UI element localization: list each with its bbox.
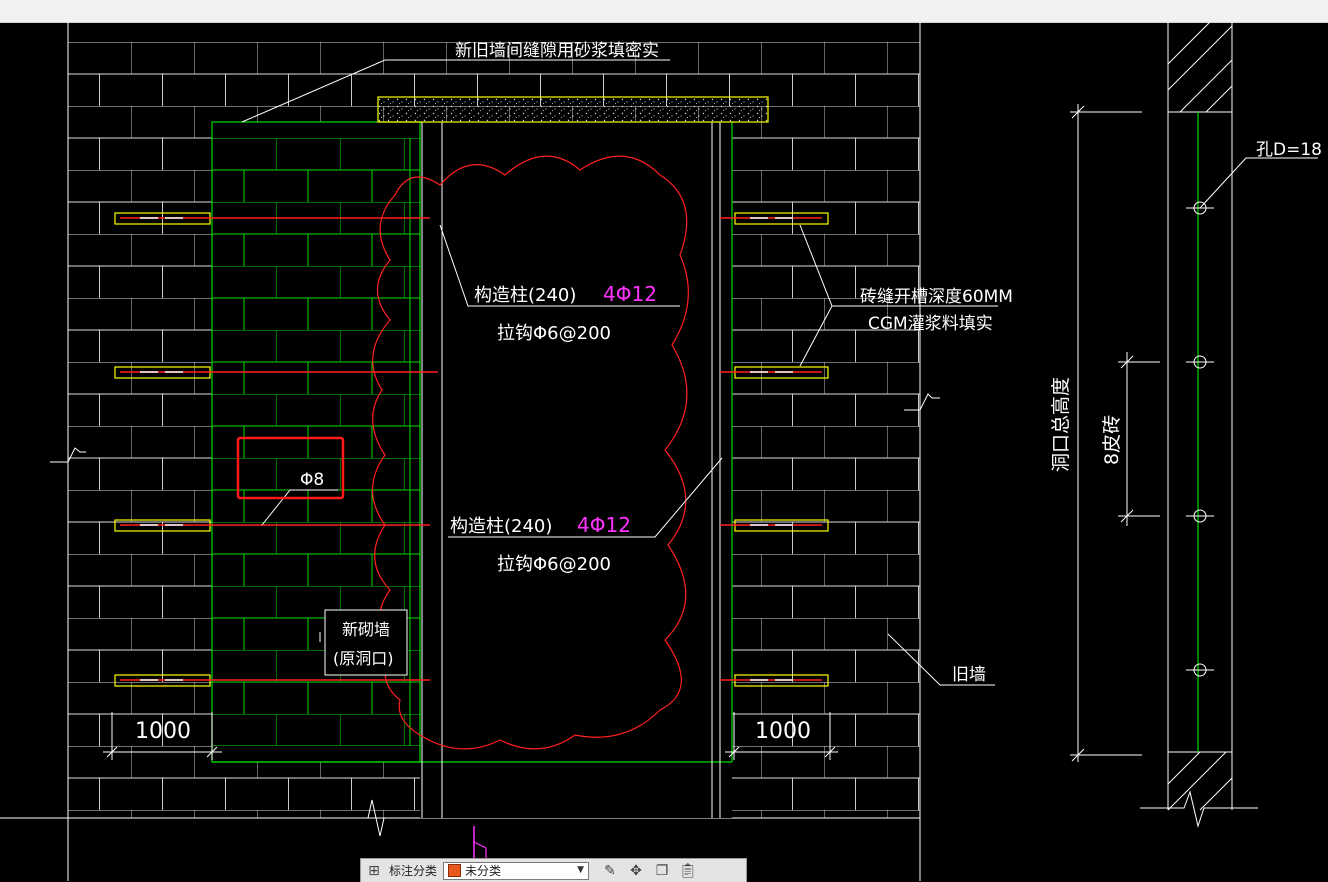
cad-drawing-canvas[interactable]: 新旧墙间缝隙用砂浆填密实 构造柱(240) 4Φ12 拉钩Φ6@200 构造柱(…	[0, 22, 1328, 881]
new-wall-label-line2: (原洞口)	[333, 649, 394, 668]
move-icon[interactable]: ✥	[623, 859, 649, 882]
column-tie-lower: 拉钩Φ6@200	[497, 554, 611, 575]
column-rebar-upper: 4Φ12	[603, 282, 657, 306]
annotation-category-toolbar: ⊞ 标注分类 未分类 ▼ ✎ ✥ ❐ 📋︎	[360, 858, 747, 882]
hole-diameter-label: 孔D=18	[1256, 140, 1322, 160]
old-wall-label: 旧墙	[952, 665, 986, 685]
column-tie-upper: 拉钩Φ6@200	[497, 323, 611, 344]
four-squares-icon[interactable]: ⊞	[361, 859, 387, 882]
section-break-line	[1140, 790, 1258, 828]
paste-icon[interactable]: 📋︎	[675, 859, 701, 882]
wall-section-view	[1140, 22, 1258, 828]
column-rebar-lower: 4Φ12	[577, 513, 631, 537]
chevron-down-icon: ▼	[577, 864, 585, 875]
edit-icon[interactable]: ✎	[597, 859, 623, 882]
category-select-value: 未分类	[465, 864, 502, 878]
dimension-brick-courses	[1118, 352, 1160, 526]
category-label: 标注分类	[389, 864, 438, 878]
title-bar-strip	[0, 0, 1328, 23]
dimension-left-value: 1000	[135, 719, 191, 744]
groove-note-line2: CGM灌浆料填实	[868, 314, 993, 334]
gap-fill-note: 新旧墙间缝隙用砂浆填密实	[455, 41, 659, 61]
category-select[interactable]: 未分类 ▼	[443, 861, 590, 880]
new-wall-label-line1: 新砌墙	[342, 620, 390, 639]
bar-diameter-label: Φ8	[300, 470, 324, 490]
groove-note-line1: 砖缝开槽深度60MM	[860, 287, 1013, 307]
category-color-swatch	[448, 864, 462, 877]
brick-courses-label: 8皮砖	[1101, 415, 1123, 465]
concrete-lintel	[377, 96, 769, 123]
opening-height-label: 洞口总高度	[1050, 377, 1072, 472]
column-label-upper: 构造柱(240)	[474, 285, 576, 306]
copy-icon[interactable]: ❐	[649, 859, 675, 882]
dimension-right-value: 1000	[755, 719, 811, 744]
column-label-lower: 构造柱(240)	[450, 516, 552, 537]
